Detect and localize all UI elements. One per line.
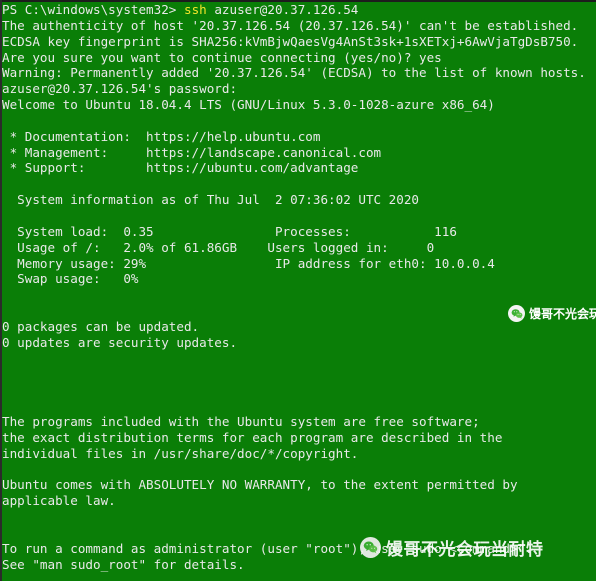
console-segment: Are you sure you want to continue connec…	[2, 49, 442, 65]
console-line-blank-5	[2, 303, 596, 319]
console-line-support-link: * Support: https://ubuntu.com/advantage	[2, 160, 596, 176]
console-line-license-1: The programs included with the Ubuntu sy…	[2, 414, 596, 430]
console-segment	[2, 113, 10, 128]
console-segment	[2, 287, 10, 302]
console-segment: The programs included with the Ubuntu sy…	[2, 413, 480, 429]
console-line-blank-6	[2, 351, 596, 367]
console-segment: Ubuntu comes with ABSOLUTELY NO WARRANTY…	[2, 477, 518, 493]
console-line-blank-3	[2, 208, 596, 224]
console-line-welcome: Welcome to Ubuntu 18.04.4 LTS (GNU/Linux…	[2, 97, 596, 113]
console-segment: ECDSA key fingerprint is SHA256:kVmBjwQa…	[2, 33, 579, 49]
console-segment: * Documentation: https://help.ubuntu.com	[2, 128, 321, 144]
console-line-password-prompt: azuser@20.37.126.54's password:	[2, 81, 596, 97]
console-line-warning-added: Warning: Permanently added '20.37.126.54…	[2, 65, 596, 81]
console-line-blank-4	[2, 287, 596, 303]
console-segment	[2, 366, 10, 381]
terminal-window[interactable]: PS C:\windows\system32> ssh azuser@20.37…	[0, 0, 596, 581]
console-output[interactable]: PS C:\windows\system32> ssh azuser@20.37…	[2, 2, 596, 581]
console-line-blank-8	[2, 382, 596, 398]
console-line-ecdsa-fingerprint: ECDSA key fingerprint is SHA256:kVmBjwQa…	[2, 34, 596, 50]
window-top-edge	[0, 0, 596, 2]
console-line-sysinfo-header: System information as of Thu Jul 2 07:36…	[2, 192, 596, 208]
console-segment	[2, 382, 10, 397]
console-line-stat-swap: Swap usage: 0%	[2, 271, 596, 287]
console-segment	[2, 303, 10, 318]
console-segment: individual files in /usr/share/doc/*/cop…	[2, 445, 359, 461]
console-segment: the exact distribution terms for each pr…	[2, 429, 503, 445]
console-line-blank-1	[2, 113, 596, 129]
console-line-sudo-hint-1: To run a command as administrator (user …	[2, 541, 596, 557]
console-segment: azuser@20.37.126.54	[206, 2, 359, 17]
console-line-blank-12	[2, 525, 596, 541]
console-segment: applicable law.	[2, 493, 116, 509]
console-segment: See "man sudo_root" for details.	[2, 556, 245, 572]
console-segment: * Support: https://ubuntu.com/advantage	[2, 160, 359, 176]
console-line-license-2: the exact distribution terms for each pr…	[2, 430, 596, 446]
console-line-ps-prompt: PS C:\windows\system32> ssh azuser@20.37…	[2, 2, 596, 18]
console-segment	[2, 176, 10, 191]
console-line-doc-link: * Documentation: https://help.ubuntu.com	[2, 129, 596, 145]
console-line-blank-7	[2, 366, 596, 382]
console-segment	[2, 208, 10, 223]
console-segment: 0 packages can be updated.	[2, 318, 200, 334]
console-segment: * Management: https://landscape.canonica…	[2, 144, 382, 160]
console-line-pkg-updated: 0 packages can be updated.	[2, 319, 596, 335]
console-line-warranty-2: applicable law.	[2, 493, 596, 509]
console-segment: Warning: Permanently added '20.37.126.54…	[2, 65, 586, 81]
console-line-license-3: individual files in /usr/share/doc/*/cop…	[2, 446, 596, 462]
console-segment	[2, 572, 10, 581]
console-segment	[2, 398, 10, 413]
console-line-stat-usage: Usage of /: 2.0% of 61.86GB Users logged…	[2, 240, 596, 256]
console-segment: ssh	[183, 2, 207, 17]
console-segment: Swap usage: 0%	[2, 271, 139, 287]
console-line-warranty-1: Ubuntu comes with ABSOLUTELY NO WARRANTY…	[2, 477, 596, 493]
console-line-mgmt-link: * Management: https://landscape.canonica…	[2, 145, 596, 161]
console-line-blank-11	[2, 509, 596, 525]
window-left-edge	[0, 0, 2, 581]
console-segment: Memory usage: 29% IP address for eth0: 1…	[2, 255, 495, 271]
console-segment: Welcome to Ubuntu 18.04.4 LTS (GNU/Linux…	[2, 97, 495, 113]
console-segment: To run a command as administrator (user …	[2, 540, 533, 556]
console-segment: azuser@20.37.126.54's password:	[2, 81, 238, 97]
console-line-blank-9	[2, 398, 596, 414]
console-segment	[2, 351, 10, 366]
console-segment: 0 updates are security updates.	[2, 334, 238, 350]
console-segment: System load: 0.35 Processes: 116	[2, 223, 457, 239]
console-segment	[2, 461, 10, 476]
console-line-authenticity: The authenticity of host '20.37.126.54 (…	[2, 18, 596, 34]
console-line-stat-load: System load: 0.35 Processes: 116	[2, 224, 596, 240]
console-line-sudo-hint-2: See "man sudo_root" for details.	[2, 557, 596, 573]
console-line-continue-prompt: Are you sure you want to continue connec…	[2, 50, 596, 66]
console-line-blank-2	[2, 176, 596, 192]
console-line-blank-10	[2, 461, 596, 477]
console-segment	[2, 525, 10, 540]
console-segment: PS C:\windows\system32>	[2, 2, 184, 17]
console-segment: System information as of Thu Jul 2 07:36…	[2, 192, 420, 208]
console-line-pkg-security: 0 updates are security updates.	[2, 335, 596, 351]
console-segment: Usage of /: 2.0% of 61.86GB Users logged…	[2, 239, 435, 255]
console-line-stat-memory: Memory usage: 29% IP address for eth0: 1…	[2, 256, 596, 272]
console-segment	[2, 509, 10, 524]
console-line-blank-13	[2, 572, 596, 581]
console-segment: The authenticity of host '20.37.126.54 (…	[2, 17, 579, 33]
